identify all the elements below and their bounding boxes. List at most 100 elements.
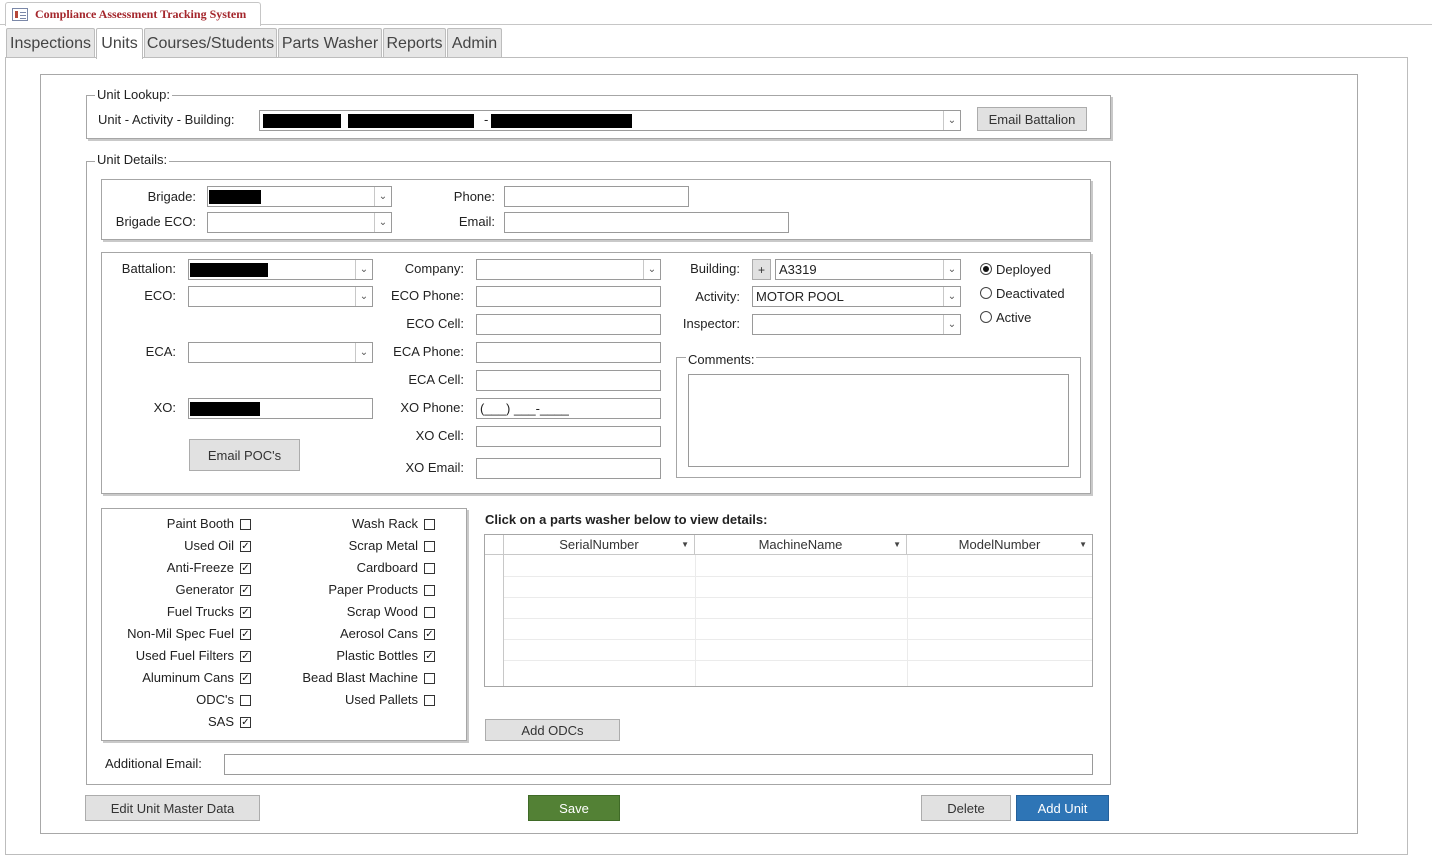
email-battalion-button[interactable]: Email Battalion — [977, 107, 1087, 131]
redacted-text — [263, 114, 341, 128]
activity-combo[interactable]: MOTOR POOL ⌄ — [752, 286, 961, 307]
tab-courses-students[interactable]: Courses/Students — [144, 28, 277, 58]
unit-details-legend: Unit Details: — [95, 152, 170, 167]
unit-lookup-combo[interactable]: - ⌄ — [259, 110, 961, 131]
xo-label: XO: — [153, 400, 176, 415]
chevron-down-icon[interactable]: ⌄ — [355, 260, 372, 279]
battalion-combo[interactable]: ⌄ — [188, 259, 373, 280]
additional-email-field[interactable] — [224, 754, 1093, 775]
add-building-button[interactable]: + — [752, 259, 771, 280]
checklist-right-item-checkbox[interactable] — [424, 607, 435, 618]
eco-phone-field[interactable] — [476, 286, 661, 307]
document-tab[interactable]: Compliance Assessment Tracking System — [5, 2, 261, 26]
eca-cell-field[interactable] — [476, 370, 661, 391]
chevron-down-icon[interactable]: ⌄ — [943, 287, 960, 306]
xo-cell-field[interactable] — [476, 426, 661, 447]
checklist-left-item-label: Aluminum Cans — [142, 670, 234, 685]
tab-inspections[interactable]: Inspections — [6, 28, 95, 58]
checklist-left-item-checkbox[interactable]: ✓ — [240, 585, 251, 596]
brigade-combo[interactable]: ⌄ — [207, 186, 392, 207]
checklist-right-item-checkbox[interactable] — [424, 541, 435, 552]
column-machine-name[interactable]: MachineName ▼ — [695, 535, 907, 555]
chevron-down-icon[interactable]: ⌄ — [374, 187, 391, 206]
chevron-down-icon[interactable]: ⌄ — [355, 343, 372, 362]
checklist-right-item-checkbox[interactable]: ✓ — [424, 651, 435, 662]
checklist-left-item-checkbox[interactable]: ✓ — [240, 607, 251, 618]
edit-unit-master-data-button[interactable]: Edit Unit Master Data — [85, 795, 260, 821]
checklist-right-item-checkbox[interactable] — [424, 519, 435, 530]
checklist-right-item-checkbox[interactable] — [424, 585, 435, 596]
xo-email-field[interactable] — [476, 458, 661, 479]
grid-select-all[interactable] — [485, 535, 504, 555]
checklist-left-item-checkbox[interactable]: ✓ — [240, 673, 251, 684]
xo-field[interactable] — [188, 398, 373, 419]
radio-deployed[interactable] — [980, 263, 992, 275]
add-odcs-button[interactable]: Add ODCs — [485, 719, 620, 741]
xo-email-label: XO Email: — [405, 460, 464, 475]
inspector-combo[interactable]: ⌄ — [752, 314, 961, 335]
eca-phone-field[interactable] — [476, 342, 661, 363]
chevron-down-icon[interactable]: ⌄ — [643, 260, 660, 279]
tab-admin[interactable]: Admin — [447, 28, 502, 58]
checklist-right-item-label: Plastic Bottles — [336, 648, 418, 663]
column-serial-number[interactable]: SerialNumber ▼ — [504, 535, 695, 555]
company-combo[interactable]: ⌄ — [476, 259, 661, 280]
checklist-left-item-checkbox[interactable]: ✓ — [240, 651, 251, 662]
checklist-left-item-label: SAS — [207, 714, 234, 729]
add-unit-button[interactable]: Add Unit — [1016, 795, 1109, 821]
tab-units[interactable]: Units — [96, 28, 143, 59]
eca-combo[interactable]: ⌄ — [188, 342, 373, 363]
save-button[interactable]: Save — [528, 795, 620, 821]
checklist-left-item-checkbox[interactable]: ✓ — [240, 717, 251, 728]
chevron-down-icon[interactable]: ⌄ — [943, 315, 960, 334]
tab-reports[interactable]: Reports — [383, 28, 446, 58]
checklist-right-item-label: Used Pallets — [345, 692, 418, 707]
checklist-right-item-label: Aerosol Cans — [339, 626, 418, 641]
checklist-left-item-checkbox[interactable]: ✓ — [240, 629, 251, 640]
checklist-right-item-checkbox[interactable] — [424, 563, 435, 574]
sort-arrow-icon[interactable]: ▼ — [1079, 540, 1087, 549]
brigade-eco-combo[interactable]: ⌄ — [207, 212, 392, 233]
chevron-down-icon[interactable]: ⌄ — [943, 260, 960, 279]
battalion-label: Battalion: — [121, 261, 176, 276]
unit-lookup-legend: Unit Lookup: — [95, 87, 172, 102]
checklist-left-item-checkbox[interactable] — [240, 695, 251, 706]
column-model-number[interactable]: ModelNumber ▼ — [907, 535, 1092, 555]
radio-deactivated[interactable] — [980, 287, 992, 299]
redacted-text — [491, 114, 632, 128]
parts-washer-grid[interactable]: SerialNumber ▼ MachineName ▼ ModelNumber ▼ — [484, 534, 1093, 687]
checklist-right-item-checkbox[interactable] — [424, 695, 435, 706]
eca-cell-label: ECA Cell: — [408, 372, 464, 387]
email-pocs-button[interactable]: Email POC's — [189, 439, 300, 471]
eco-phone-label: ECO Phone: — [391, 288, 464, 303]
chevron-down-icon[interactable]: ⌄ — [355, 287, 372, 306]
grid-divider — [907, 555, 908, 686]
brigade-phone-field[interactable] — [504, 186, 689, 207]
document-title: Compliance Assessment Tracking System — [35, 7, 247, 21]
email-label: Email: — [458, 214, 495, 229]
delete-button[interactable]: Delete — [921, 795, 1011, 821]
checklist-right-item-checkbox[interactable]: ✓ — [424, 629, 435, 640]
checklist-left-item-checkbox[interactable] — [240, 519, 251, 530]
checklist-left-item-label: Used Fuel Filters — [135, 648, 234, 663]
xo-cell-label: XO Cell: — [415, 428, 464, 443]
grid-row-line — [504, 660, 1092, 661]
comments-textarea[interactable] — [688, 374, 1069, 467]
checklist-left-item-checkbox[interactable]: ✓ — [240, 563, 251, 574]
checklist-right-item-checkbox[interactable] — [424, 673, 435, 684]
tab-parts-washer[interactable]: Parts Washer — [278, 28, 382, 58]
eco-combo[interactable]: ⌄ — [188, 286, 373, 307]
xo-phone-field[interactable]: (___) ___-____ — [476, 398, 661, 419]
chevron-down-icon[interactable]: ⌄ — [943, 111, 960, 130]
eco-cell-field[interactable] — [476, 314, 661, 335]
building-combo[interactable]: A3319 ⌄ — [775, 259, 961, 280]
chevron-down-icon[interactable]: ⌄ — [374, 213, 391, 232]
radio-active[interactable] — [980, 311, 992, 323]
checklist-right-item-label: Scrap Wood — [346, 604, 418, 619]
checklist-left-item-checkbox[interactable]: ✓ — [240, 541, 251, 552]
brigade-email-field[interactable] — [504, 212, 789, 233]
checklist-right-item-label: Cardboard — [356, 560, 418, 575]
sort-arrow-icon[interactable]: ▼ — [893, 540, 901, 549]
active-label: Active — [996, 310, 1032, 325]
sort-arrow-icon[interactable]: ▼ — [681, 540, 689, 549]
